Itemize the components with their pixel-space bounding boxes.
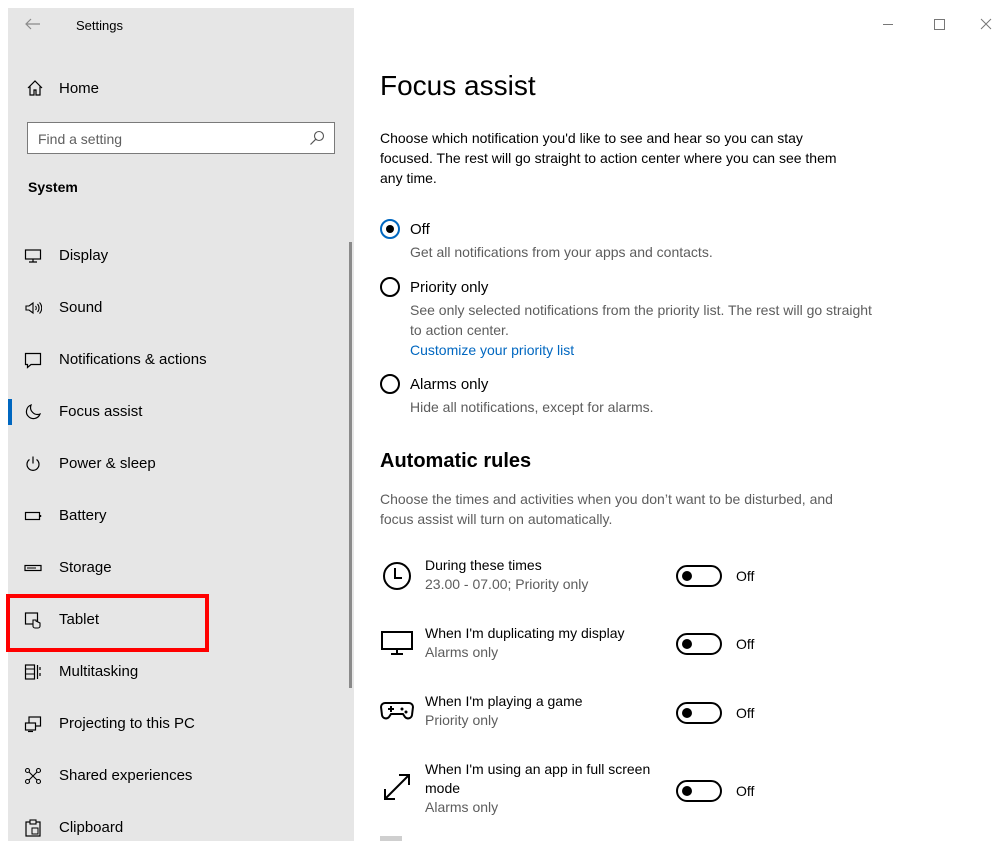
sidebar-item-power-sleep[interactable]: Power & sleep bbox=[8, 438, 354, 490]
gamepad-icon bbox=[380, 702, 414, 720]
sidebar-item-label: Clipboard bbox=[59, 819, 124, 836]
option-alarms-only-description: Hide all notifications, except for alarm… bbox=[410, 399, 654, 415]
section-heading: System bbox=[28, 179, 78, 195]
rule-detail: Alarms only bbox=[425, 644, 499, 660]
monitor-icon bbox=[381, 631, 413, 655]
sidebar-item-label: Battery bbox=[59, 507, 107, 524]
page-title: Focus assist bbox=[380, 70, 536, 101]
option-priority-only-text: See only selected notifications from the… bbox=[410, 302, 872, 338]
option-priority-only-label: Priority only bbox=[410, 279, 489, 296]
sidebar-item-label: Focus assist bbox=[59, 403, 143, 420]
app-title: Settings bbox=[76, 18, 123, 33]
sidebar-item-label: Storage bbox=[59, 559, 112, 576]
rule-name-text: When I'm playing a game bbox=[425, 693, 583, 709]
sidebar-item-sound[interactable]: Sound bbox=[8, 282, 354, 334]
notification-icon bbox=[24, 352, 42, 369]
search-icon[interactable] bbox=[309, 130, 325, 146]
shared-icon bbox=[24, 767, 42, 785]
battery-icon bbox=[24, 511, 42, 521]
option-alarms-only-label: Alarms only bbox=[410, 376, 489, 393]
rule-detail: Alarms only bbox=[425, 799, 499, 815]
moon-icon bbox=[25, 403, 42, 420]
customize-priority-list-link[interactable]: Customize your priority list bbox=[410, 342, 574, 358]
sidebar-scrollbar[interactable] bbox=[349, 242, 352, 688]
rule-duplicating-display-toggle[interactable] bbox=[676, 633, 722, 655]
toggle-state-label: Off bbox=[736, 568, 755, 584]
toggle-state-label: Off bbox=[736, 636, 755, 652]
radio-priority-only[interactable] bbox=[380, 277, 400, 297]
sidebar-item-storage[interactable]: Storage bbox=[8, 542, 354, 594]
rule-name-text: During these times bbox=[425, 557, 542, 573]
sidebar-item-label: Shared experiences bbox=[59, 767, 193, 784]
maximize-button[interactable] bbox=[929, 14, 949, 34]
tablet-icon bbox=[24, 612, 41, 629]
maximize-icon bbox=[934, 19, 945, 30]
sidebar-item-display[interactable]: Display bbox=[8, 230, 354, 282]
rule-detail: Priority only bbox=[425, 712, 499, 728]
search-input[interactable] bbox=[38, 129, 298, 149]
page-description: Choose which notification you'd like to … bbox=[380, 130, 837, 186]
toggle-state-label: Off bbox=[736, 705, 755, 721]
home-icon bbox=[27, 80, 43, 96]
sidebar: Settings Home System Display Sound Notif… bbox=[6, 8, 354, 841]
sidebar-item-clipboard[interactable]: Clipboard bbox=[8, 802, 354, 841]
fullscreen-icon bbox=[384, 774, 410, 800]
rule-name: When I'm playing a game Priority only bbox=[425, 692, 680, 730]
sidebar-item-label: Tablet bbox=[59, 611, 100, 628]
rule-playing-game-toggle[interactable] bbox=[676, 702, 722, 724]
rule-name: When I'm duplicating my display Alarms o… bbox=[425, 624, 680, 662]
sidebar-item-label: Multitasking bbox=[59, 663, 139, 680]
sidebar-item-tablet[interactable]: Tablet bbox=[8, 594, 354, 646]
rule-name: When I'm using an app in full screen mod… bbox=[425, 760, 680, 817]
rule-name-text: When I'm duplicating my display bbox=[425, 625, 625, 641]
minimize-button[interactable] bbox=[878, 14, 898, 34]
home-nav-item[interactable]: Home bbox=[8, 70, 354, 106]
projecting-icon bbox=[24, 716, 42, 733]
sidebar-item-label: Power & sleep bbox=[59, 455, 156, 472]
sidebar-item-battery[interactable]: Battery bbox=[8, 490, 354, 542]
sidebar-item-projecting[interactable]: Projecting to this PC bbox=[8, 698, 354, 750]
minimize-icon bbox=[883, 24, 893, 25]
radio-off[interactable] bbox=[380, 219, 400, 239]
close-icon bbox=[980, 18, 992, 30]
search-box[interactable] bbox=[27, 122, 335, 154]
monitor-icon bbox=[24, 249, 42, 263]
next-rule-icon-partial bbox=[380, 836, 402, 841]
sidebar-item-notifications[interactable]: Notifications & actions bbox=[8, 334, 354, 386]
clipboard-icon bbox=[25, 819, 41, 837]
title-bar: Settings bbox=[8, 8, 354, 44]
automatic-rules-description: Choose the times and activities when you… bbox=[380, 491, 833, 527]
home-label: Home bbox=[59, 80, 100, 97]
sidebar-item-label: Notifications & actions bbox=[59, 351, 207, 368]
power-icon bbox=[26, 456, 40, 471]
clock-icon bbox=[383, 562, 411, 590]
sidebar-item-label: Display bbox=[59, 247, 109, 264]
rule-during-these-times-toggle[interactable] bbox=[676, 565, 722, 587]
speaker-icon bbox=[25, 301, 42, 315]
back-arrow-icon bbox=[25, 18, 40, 30]
back-button[interactable] bbox=[22, 17, 44, 35]
sidebar-item-multitasking[interactable]: Multitasking bbox=[8, 646, 354, 698]
sidebar-item-shared-experiences[interactable]: Shared experiences bbox=[8, 750, 354, 802]
option-off-label: Off bbox=[410, 221, 430, 238]
automatic-rules-title: Automatic rules bbox=[380, 450, 532, 472]
rule-detail: 23.00 - 07.00; Priority only bbox=[425, 576, 589, 592]
toggle-state-label: Off bbox=[736, 783, 755, 799]
rule-name-text: When I'm using an app in full screen mod… bbox=[425, 761, 651, 796]
rule-full-screen-app-toggle[interactable] bbox=[676, 780, 722, 802]
sidebar-item-label: Projecting to this PC bbox=[59, 715, 195, 732]
radio-alarms-only[interactable] bbox=[380, 374, 400, 394]
option-off-description: Get all notifications from your apps and… bbox=[410, 244, 713, 260]
storage-icon bbox=[24, 564, 42, 572]
sidebar-item-label: Sound bbox=[59, 299, 103, 316]
close-button[interactable] bbox=[976, 14, 996, 34]
rule-name: During these times 23.00 - 07.00; Priori… bbox=[425, 556, 680, 594]
nav-list: Display Sound Notifications & actions Fo… bbox=[6, 230, 354, 841]
sidebar-item-focus-assist[interactable]: Focus assist bbox=[8, 386, 354, 438]
multitasking-icon bbox=[24, 664, 41, 680]
option-priority-only-description: See only selected notifications from the… bbox=[410, 300, 880, 360]
